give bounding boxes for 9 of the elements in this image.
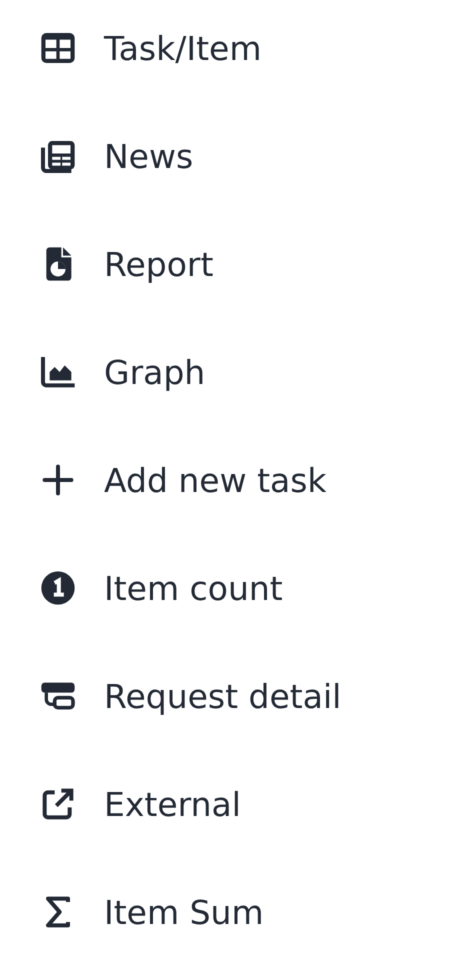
- menu-item[interactable]: External: [0, 756, 453, 852]
- menu-item[interactable]: Request detail: [0, 648, 453, 744]
- menu-item[interactable]: News: [0, 108, 453, 204]
- menu-item[interactable]: Add new task: [0, 432, 453, 528]
- menu-item[interactable]: Report: [0, 216, 453, 312]
- menu-item[interactable]: Task/Item: [0, 0, 453, 96]
- menu-item[interactable]: Item Sum: [0, 864, 453, 960]
- menu-item[interactable]: Graph: [0, 324, 453, 420]
- menu-item[interactable]: Item count: [0, 540, 453, 636]
